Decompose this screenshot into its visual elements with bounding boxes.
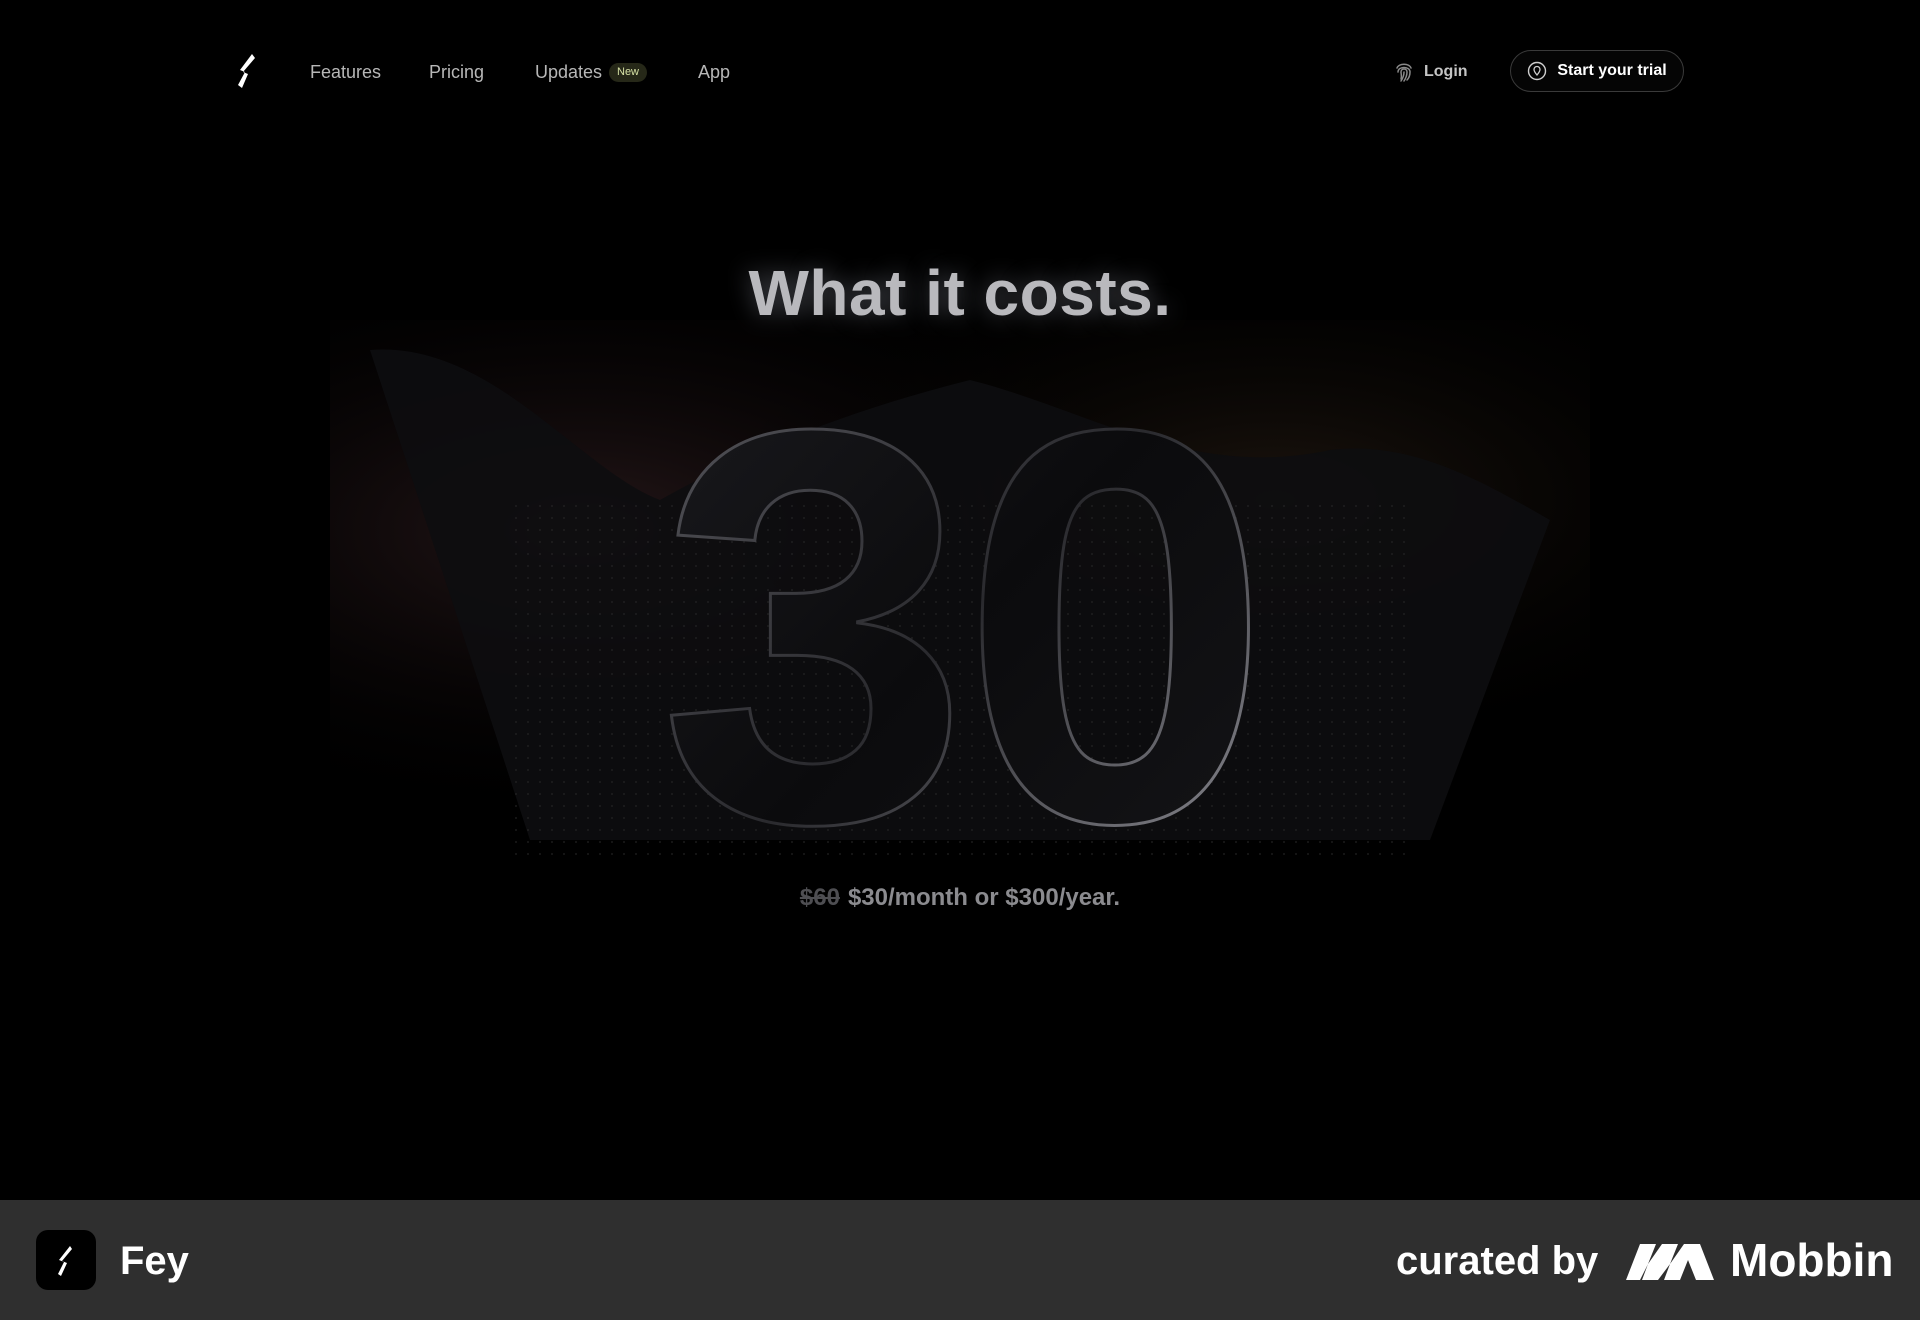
new-badge: New <box>609 63 648 82</box>
login-label: Login <box>1424 63 1468 80</box>
pricing-page: Features Pricing Updates New App Login S… <box>0 0 1920 1200</box>
price-summary: $60 $30/month or $300/year. <box>0 884 1920 912</box>
mobbin-footer-bar: Fey curated by Mobbin <box>0 1200 1920 1320</box>
start-trial-button[interactable]: Start your trial <box>1510 50 1684 92</box>
login-button[interactable]: Login <box>1394 58 1468 86</box>
fingerprint-icon <box>1396 63 1412 82</box>
nav-link-pricing[interactable]: Pricing <box>429 60 484 84</box>
big-price-number: 30 <box>659 320 1262 920</box>
app-name: Fey <box>120 1239 189 1283</box>
start-trial-label: Start your trial <box>1557 62 1667 79</box>
fey-logo-icon <box>58 1246 72 1276</box>
nav-link-features[interactable]: Features <box>310 60 381 84</box>
top-navigation: Features Pricing Updates New App Login S… <box>0 0 1920 144</box>
fey-logo-icon[interactable] <box>232 52 262 92</box>
mobbin-logo-icon <box>1626 1244 1714 1280</box>
old-price: $60 <box>799 884 840 911</box>
price-hero-graphic: 30 <box>330 320 1590 920</box>
page-title: What it costs. <box>748 257 1172 329</box>
location-pin-icon <box>1528 61 1547 81</box>
nav-link-app[interactable]: App <box>698 60 730 84</box>
mobbin-brand-name: Mobbin <box>1730 1234 1894 1286</box>
fey-app-icon <box>36 1230 96 1290</box>
current-price-text: $30/month or $300/year. <box>847 884 1121 911</box>
nav-link-updates[interactable]: Updates <box>535 60 602 84</box>
curated-by-label: curated by <box>1396 1239 1599 1283</box>
